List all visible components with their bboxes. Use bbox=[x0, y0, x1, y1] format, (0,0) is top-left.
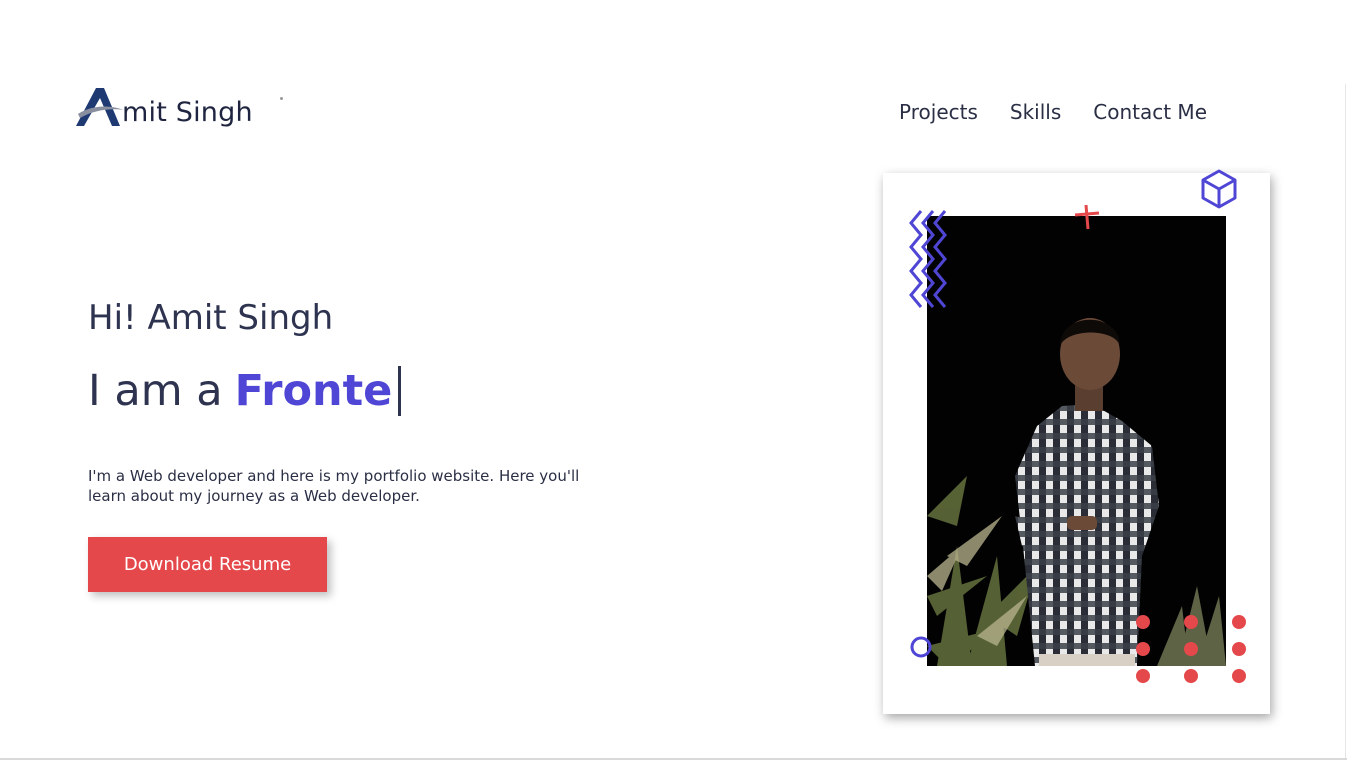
typing-caret bbox=[398, 366, 402, 416]
logo-text: mit Singh bbox=[122, 97, 253, 128]
role-prefix: I am a bbox=[88, 366, 223, 416]
nav-link-projects[interactable]: Projects bbox=[899, 100, 978, 124]
site-logo[interactable]: mit Singh bbox=[74, 84, 253, 128]
dot-grid-icon bbox=[1136, 615, 1246, 683]
main-nav: Projects Skills Contact Me bbox=[899, 100, 1207, 124]
photo-card bbox=[883, 169, 1270, 714]
role-typed-text: Fronte bbox=[234, 366, 393, 416]
plus-icon bbox=[1074, 204, 1100, 230]
profile-photo bbox=[927, 216, 1226, 666]
hero-description: I'm a Web developer and here is my portf… bbox=[88, 467, 580, 505]
profile-photo-illustration bbox=[927, 216, 1226, 666]
logo-mark-icon bbox=[76, 88, 124, 126]
stray-dot bbox=[280, 97, 283, 100]
hero-greeting: Hi! Amit Singh bbox=[88, 298, 334, 338]
ring-icon bbox=[910, 636, 932, 658]
nav-link-contact[interactable]: Contact Me bbox=[1093, 100, 1207, 124]
cube-icon bbox=[1201, 169, 1237, 209]
page-right-border bbox=[1345, 84, 1346, 758]
zigzag-icon bbox=[909, 210, 947, 308]
nav-link-skills[interactable]: Skills bbox=[1010, 100, 1061, 124]
hero-role: I am a Fronte bbox=[88, 366, 402, 416]
download-resume-button[interactable]: Download Resume bbox=[88, 537, 327, 592]
